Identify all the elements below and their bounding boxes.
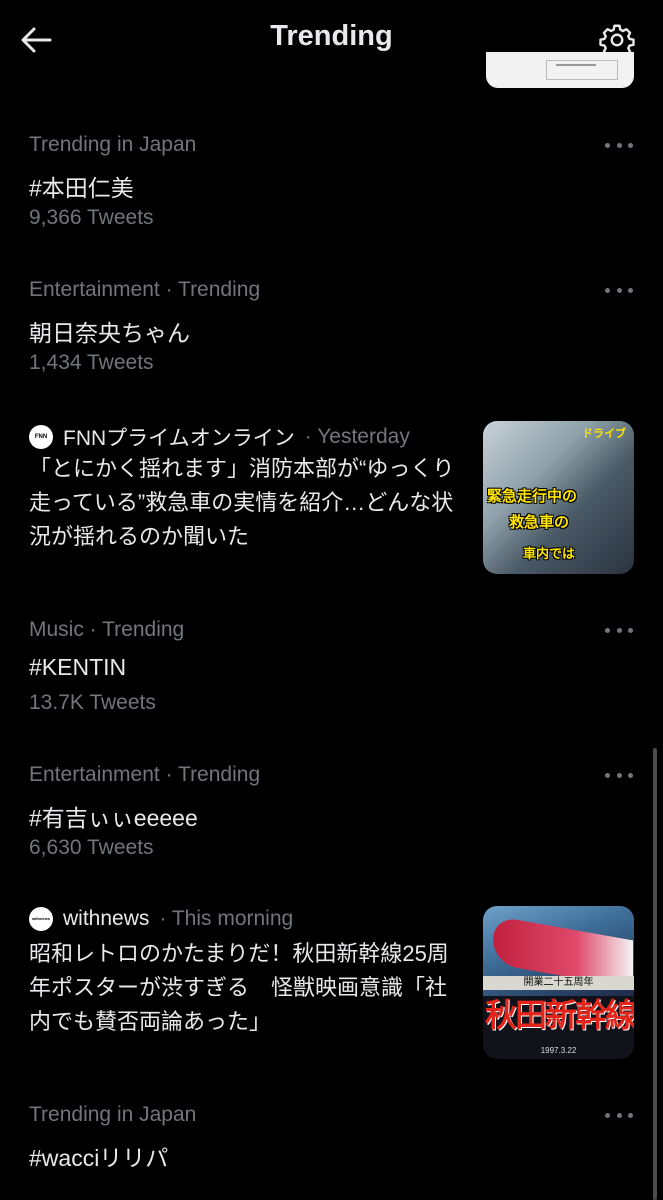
tweet-count: 1,434 Tweets (29, 351, 154, 374)
more-button[interactable] (605, 141, 633, 149)
thumbnail-title: 秋田新幹線 (485, 997, 634, 1033)
more-horizontal-icon (628, 772, 633, 778)
more-horizontal-icon (628, 142, 633, 148)
trend-item[interactable]: Trending in Japan #wacciリリパ (0, 1095, 663, 1200)
source-name: FNNプライムオンライン (63, 427, 295, 450)
scrollbar[interactable] (653, 748, 657, 1200)
thumbnail-caption: 救急車の (509, 514, 570, 531)
more-horizontal-icon (628, 287, 633, 293)
thumbnail-graphic (546, 60, 618, 80)
thumbnail-date: 1997.3.22 (540, 1046, 577, 1055)
news-thumbnail: 開業二十五周年 秋田新幹線 1997.3.22 (483, 906, 634, 1059)
trend-context: Trending in Japan (29, 133, 197, 156)
news-time: · Yesterday (304, 425, 410, 448)
trend-item[interactable]: Music · Trending #KENTIN 13.7K Tweets (0, 610, 663, 730)
more-button[interactable] (605, 286, 633, 294)
trend-topic: #wacciリリパ (29, 1145, 169, 1171)
more-horizontal-icon (605, 287, 610, 293)
news-source: withnews withnews · This morning (29, 907, 293, 931)
thumbnail-caption: 車内では (523, 546, 576, 561)
trend-topic: #KENTIN (29, 654, 127, 680)
news-item[interactable]: FNN FNNプライムオンライン · Yesterday 「とにかく揺れます」消… (0, 410, 663, 590)
trend-item[interactable]: Entertainment · Trending #有吉ぃぃeeeee 6,63… (0, 755, 663, 875)
more-button[interactable] (605, 626, 633, 634)
more-horizontal-icon (616, 142, 622, 148)
more-horizontal-icon (616, 1112, 622, 1118)
thumbnail-tag: ドライブ (582, 428, 626, 440)
withnews-logo-icon: withnews (29, 907, 53, 931)
fnn-logo-icon: FNN (29, 425, 53, 449)
trend-context: Entertainment · Trending (29, 763, 261, 786)
news-thumbnail: ドライブ 緊急走行中の 救急車の 車内では (483, 421, 634, 574)
more-horizontal-icon (616, 287, 622, 293)
more-horizontal-icon (628, 1112, 633, 1118)
more-horizontal-icon (605, 627, 610, 633)
trend-item[interactable]: Trending in Japan #本田仁美 9,366 Tweets (0, 125, 663, 245)
trend-topic: #本田仁美 (29, 175, 134, 201)
news-time: · This morning (159, 907, 294, 930)
page-title: Trending (270, 20, 393, 52)
news-item[interactable]: withnews withnews · This morning 昭和レトロのか… (0, 895, 663, 1075)
more-horizontal-icon (605, 142, 610, 148)
trend-context: Music · Trending (29, 618, 185, 641)
more-horizontal-icon (628, 627, 633, 633)
previous-item-thumbnail[interactable] (486, 52, 634, 88)
news-headline: 「とにかく揺れます」消防本部が“ゆっくり走っている”救急車の実情を紹介…どんな状… (29, 456, 455, 549)
source-name: withnews (63, 907, 150, 930)
thumbnail-banner: 開業二十五周年 (483, 976, 634, 990)
trend-topic: #有吉ぃぃeeeee (29, 805, 198, 831)
tweet-count: 6,630 Tweets (29, 836, 154, 859)
more-horizontal-icon (616, 772, 622, 778)
news-headline: 昭和レトロのかたまりだ！秋田新幹線25周年ポスターが渋すぎる 怪獣映画意識「社内… (29, 941, 449, 1034)
more-button[interactable] (605, 1111, 633, 1119)
trend-context: Entertainment · Trending (29, 278, 261, 301)
more-horizontal-icon (605, 772, 610, 778)
more-button[interactable] (605, 771, 633, 779)
trend-topic: 朝日奈央ちゃん (29, 320, 190, 346)
more-horizontal-icon (616, 627, 622, 633)
tweet-count: 13.7K Tweets (29, 691, 156, 714)
news-source: FNN FNNプライムオンライン · Yesterday (29, 422, 410, 452)
tweet-count: 9,366 Tweets (29, 206, 154, 229)
trend-context: Trending in Japan (29, 1103, 197, 1126)
thumbnail-graphic (556, 64, 596, 66)
thumbnail-caption: 緊急走行中の (487, 488, 578, 505)
trend-item[interactable]: Entertainment · Trending 朝日奈央ちゃん 1,434 T… (0, 270, 663, 390)
more-horizontal-icon (605, 1112, 610, 1118)
